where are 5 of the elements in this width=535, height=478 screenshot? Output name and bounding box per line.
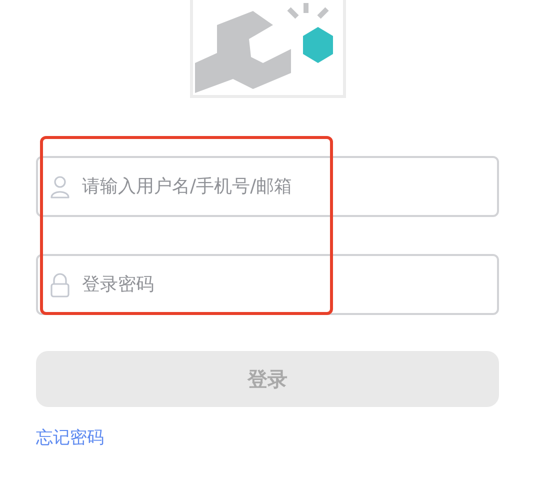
input-field[interactable]: 请输入用户名/手机号/邮箱 (36, 156, 499, 217)
input-field[interactable]: 登录密码 (36, 254, 499, 315)
user-icon (50, 174, 70, 198)
lock-icon (50, 272, 70, 298)
forgot-password-link[interactable]: 忘记密码 (36, 428, 104, 448)
